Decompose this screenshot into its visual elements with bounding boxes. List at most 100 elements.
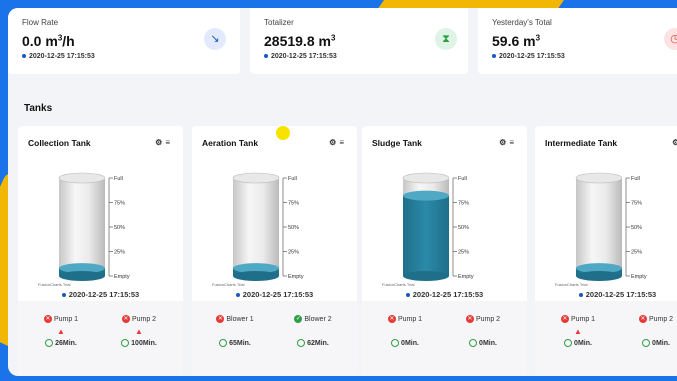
scale-label: 75% (458, 201, 469, 207)
section-title: Tanks (24, 103, 53, 114)
equipment-name: Pump 2 (475, 315, 501, 323)
tank-timestamp: 2020-12-25 17:15:53 (18, 290, 183, 299)
scale-label: Empty (458, 274, 474, 280)
tank-top (58, 172, 106, 184)
stat-value: 28519.8 m3 (264, 33, 336, 49)
clock-icon (391, 339, 400, 347)
runtime: 65Min. (229, 339, 251, 347)
settings-icon[interactable]: ⚙ (329, 138, 339, 147)
tank-bottom (233, 271, 279, 281)
equipment-status: ✕ Blower 1 65Min. (200, 315, 270, 347)
dashboard: Flow Rate 0.0 m3/h 2020-12-25 17:15:53 ↘… (8, 8, 677, 376)
scale-label: Empty (114, 274, 130, 280)
warning-icon (448, 327, 518, 337)
tank-card-header: Aeration Tank ⚙≡ (192, 126, 357, 162)
x-circle-icon: ✕ (121, 315, 130, 323)
tank-gauge: Full 75% 50% 25% Empty FusionCharts Trial (382, 172, 474, 287)
tank-toolbar: ⚙≡ (155, 138, 173, 147)
scale-label: 75% (288, 201, 299, 207)
warning-icon: ▲ (135, 327, 143, 336)
tank-toolbar: ⚙≡ (499, 138, 517, 147)
runtime: 0Min. (652, 339, 670, 347)
scale-label: Full (631, 176, 640, 182)
scale-label: Full (114, 176, 123, 182)
runtime: 26Min. (55, 339, 77, 347)
hourglass-icon: ⧗ (435, 28, 457, 50)
tank-card-header: Intermediate Tank ⚙≡ (535, 126, 677, 162)
stat-card-flow-rate: Flow Rate 0.0 m3/h 2020-12-25 17:15:53 ↘ (8, 8, 240, 74)
stat-label: Totalizer (264, 18, 294, 27)
clock-icon (121, 339, 130, 347)
chart-credit: FusionCharts Trial (555, 282, 588, 287)
runtime: 100Min. (131, 339, 157, 347)
tank-card: Aeration Tank ⚙≡ Full 75% 50% 25% Empty Fusio… (192, 126, 357, 376)
scale-label: Empty (631, 274, 647, 280)
runtime: 62Min. (307, 339, 329, 347)
tank-equipment-panel: ✕ Blower 1 65Min. ✓ Blower 2 62Min. (192, 301, 357, 376)
stat-value: 0.0 m3/h (22, 33, 75, 49)
scale-label: 75% (114, 201, 125, 207)
tank-toolbar: ⚙≡ (672, 138, 677, 147)
tank-card: Sludge Tank ⚙≡ Full 75% 50% 25% Empty FusionC… (362, 126, 527, 376)
tank-toolbar: ⚙≡ (329, 138, 347, 147)
settings-icon[interactable]: ⚙ (155, 138, 165, 147)
scale-label: 50% (458, 225, 469, 231)
tank-gauge: Full 75% 50% 25% Empty FusionCharts Trial (38, 172, 130, 287)
scale-label: 50% (114, 225, 125, 231)
warning-icon (621, 327, 677, 337)
tank-body (59, 178, 105, 276)
runtime: 0Min. (479, 339, 497, 347)
warning-icon: ▲ (57, 327, 65, 336)
stat-card-yesterday-total: Yesterday's Total 59.6 m3 2020-12-25 17:… (478, 8, 677, 74)
tank-equipment-panel: ✕ Pump 1 0Min. ✕ Pump 2 0Min. (362, 301, 527, 376)
menu-icon[interactable]: ≡ (339, 138, 347, 147)
menu-icon[interactable]: ≡ (509, 138, 517, 147)
clock-icon (219, 339, 228, 347)
menu-icon[interactable]: ≡ (165, 138, 173, 147)
tank-equipment-panel: ✕ Pump 1 ▲ 0Min. ✕ Pump 2 0Min. (535, 301, 677, 376)
settings-icon[interactable]: ⚙ (672, 138, 677, 147)
equipment-status: ✕ Pump 2 0Min. (448, 315, 518, 347)
tank-bottom (403, 271, 449, 281)
tank-timestamp: 2020-12-25 17:15:53 (535, 290, 677, 299)
equipment-name: Pump 1 (570, 315, 596, 323)
equipment-status: ✕ Pump 2 0Min. (621, 315, 677, 347)
chart-credit: FusionCharts Trial (38, 282, 71, 287)
tank-liquid-surface (403, 190, 449, 201)
trend-down-icon: ↘ (204, 28, 226, 50)
settings-icon[interactable]: ⚙ (499, 138, 509, 147)
chart-credit: FusionCharts Trial (212, 282, 245, 287)
tank-gauge: Full 75% 50% 25% Empty FusionCharts Trial (212, 172, 304, 287)
equipment-status: ✕ Pump 1 0Min. (370, 315, 440, 347)
x-circle-icon: ✕ (43, 315, 52, 323)
tank-equipment-panel: ✕ Pump 1 ▲ 26Min. ✕ Pump 2 ▲ 100Min. (18, 301, 183, 376)
tank-name: Aeration Tank (202, 138, 259, 148)
equipment-name: Blower 2 (304, 315, 332, 323)
x-circle-icon: ✕ (465, 315, 474, 323)
tank-card-header: Collection Tank ⚙≡ (18, 126, 183, 162)
stat-timestamp: 2020-12-25 17:15:53 (22, 53, 230, 60)
scale-label: 25% (288, 250, 299, 256)
equipment-name: Pump 2 (648, 315, 674, 323)
scale-label: Empty (288, 274, 304, 280)
stat-card-totalizer: Totalizer 28519.8 m3 2020-12-25 17:15:53… (250, 8, 468, 74)
scale-label: 50% (631, 225, 642, 231)
tank-top (232, 172, 280, 184)
tank-name: Collection Tank (28, 138, 91, 148)
scale-label: 25% (114, 250, 125, 256)
tank-card: Collection Tank ⚙≡ Full 75% 50% 25% Empty Fus… (18, 126, 183, 376)
runtime: 0Min. (401, 339, 419, 347)
scale-label: Full (288, 176, 297, 182)
clock-icon (469, 339, 478, 347)
tank-top (575, 172, 623, 184)
runtime: 0Min. (574, 339, 592, 347)
scale-label: 25% (631, 250, 642, 256)
warning-icon (200, 327, 270, 337)
tank-card-header: Sludge Tank ⚙≡ (362, 126, 527, 162)
scale-label: 25% (458, 250, 469, 256)
tank-bottom (59, 271, 105, 281)
scale-label: 75% (631, 201, 642, 207)
tank-timestamp: 2020-12-25 17:15:53 (192, 290, 357, 299)
equipment-status: ✕ Pump 1 ▲ 0Min. (543, 315, 613, 347)
mouse-cursor-highlight (276, 126, 290, 140)
